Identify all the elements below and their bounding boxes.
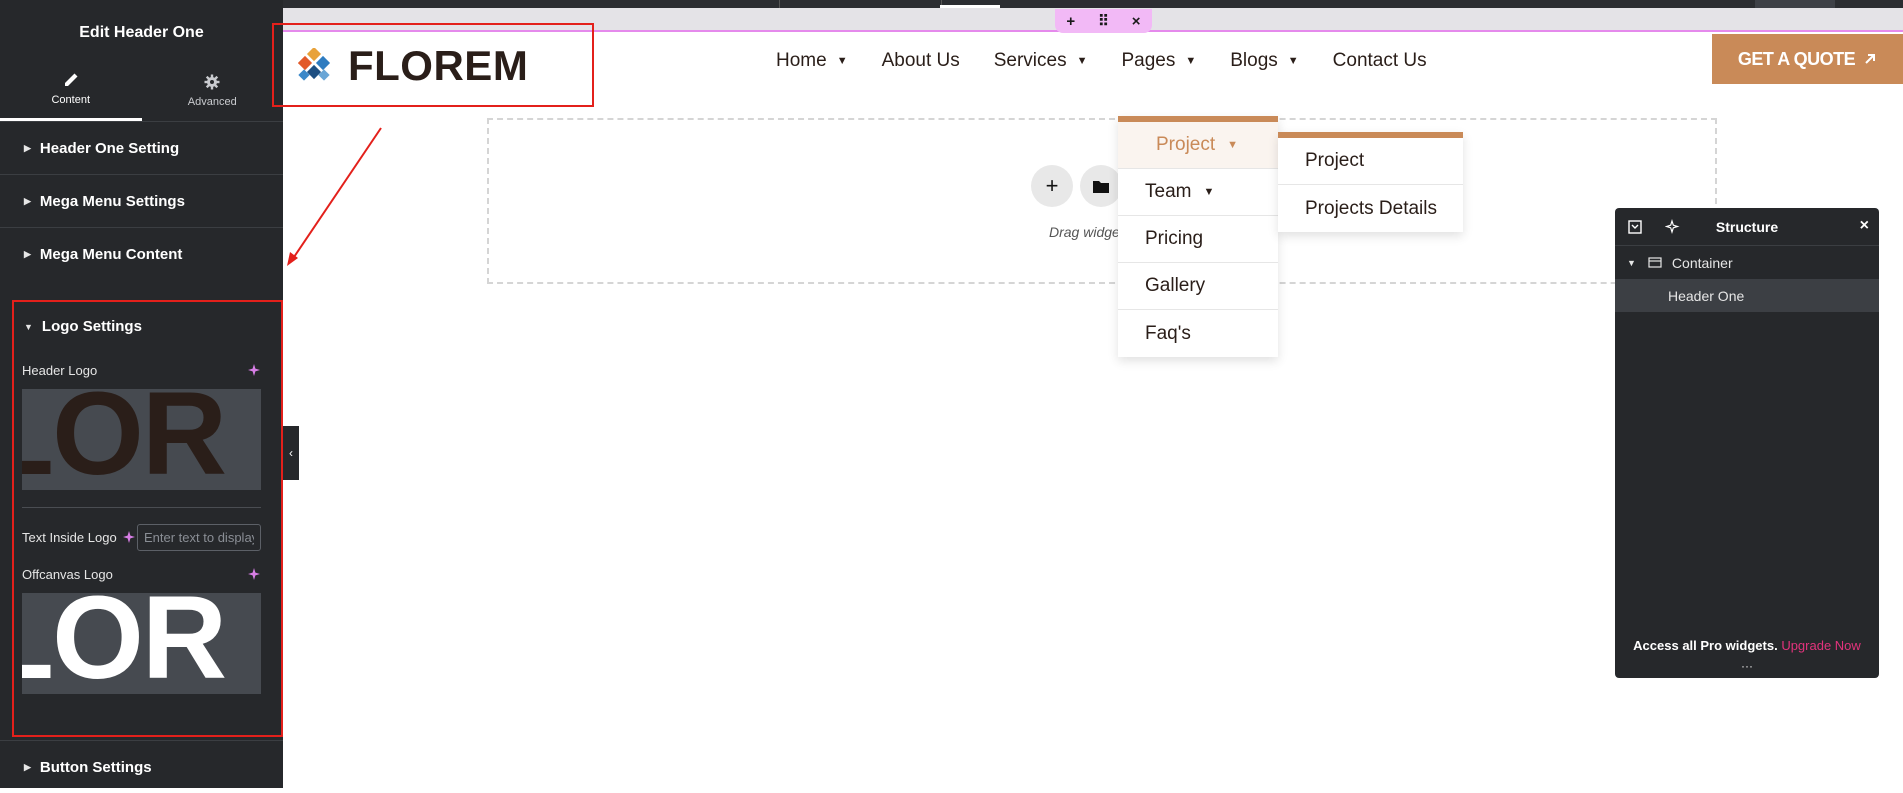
annotation-arrow	[287, 127, 382, 266]
